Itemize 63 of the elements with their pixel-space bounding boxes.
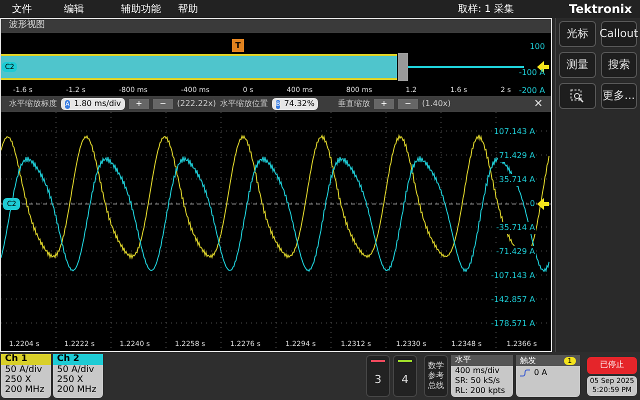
zoom-select-button[interactable] (559, 83, 596, 109)
menu-item[interactable]: 帮助 (178, 2, 223, 16)
trigger-level: 0 A (534, 368, 548, 378)
field-value: 74.32% (284, 98, 315, 110)
rising-edge-icon (520, 369, 530, 377)
axis-label: 71.429 A (498, 150, 536, 162)
run-stop-button[interactable]: 已停止 (587, 356, 637, 374)
menu-item[interactable]: 辅助功能 (121, 2, 166, 16)
trigger-level-arrow-icon (537, 198, 549, 210)
field-value: 1.80 ms/div (74, 98, 121, 110)
side-menu-button[interactable]: 更多... (600, 83, 637, 109)
math-ref-bus-button[interactable]: 数学 参考 总线 (424, 355, 448, 397)
channel-setting: 250 X (4, 375, 32, 385)
horizontal-setting: SR: 50 kS/s (454, 376, 501, 386)
channel-setting: 50 A/div (56, 365, 96, 375)
channel-name: Ch 1 (1, 354, 51, 365)
brand-logo: Tektronix (568, 1, 632, 18)
badge-title: 触发 (520, 356, 536, 366)
axis-label: 107.143 A (492, 126, 536, 138)
axis-label: -100 A (518, 67, 545, 79)
side-menu-button[interactable]: 搜索 (600, 52, 637, 78)
horizontal-badge[interactable]: 水平 400 ms/div SR: 50 kS/s RL: 200 kpts (451, 355, 513, 397)
side-menu-button[interactable]: 光标 (559, 21, 596, 47)
trigger-marker: T (232, 39, 244, 52)
horizontal-setting: 400 ms/div (454, 366, 501, 376)
axis-label: -71.429 A (495, 246, 536, 258)
channel-setting: 50 A/div (4, 365, 44, 375)
axis-label: 100 (530, 41, 545, 53)
panel-title: 波形视图 (9, 19, 45, 32)
channel-number: 4 (402, 372, 408, 388)
axis-label: 35.714 A (498, 174, 536, 186)
channel-badge[interactable]: Ch 1 50 A/div 250 X 200 MHz (1, 354, 51, 398)
add-channel-button[interactable]: 3 (366, 355, 390, 397)
side-menu-button[interactable]: Callout (600, 21, 637, 47)
plus-button[interactable]: + (374, 99, 394, 109)
horizontal-setting: RL: 200 kpts (454, 386, 506, 396)
close-button[interactable]: ✕ (534, 96, 543, 112)
badge-title: 水平 (451, 355, 513, 366)
channel-badge[interactable]: Ch 2 50 A/div 250 X 200 MHz (53, 354, 103, 398)
minus-button[interactable]: − (398, 99, 418, 109)
axis-label: -35.714 A (495, 222, 536, 234)
field-label: 水平缩放位置 (220, 98, 268, 110)
field-label: 水平缩放标度 (9, 98, 57, 110)
channel-setting: 200 MHz (56, 385, 98, 395)
menu-item[interactable]: 文件 (12, 2, 52, 16)
add-channel-button[interactable]: 4 (393, 355, 417, 397)
axis-label: -142.857 A (490, 294, 536, 306)
field-label: 垂直缩放 (338, 98, 370, 110)
zoom-factor: (222.22x) (177, 98, 216, 110)
side-menu-button[interactable]: 测量 (559, 52, 596, 78)
channel-name: Ch 2 (53, 354, 103, 365)
zoom-box-icon (570, 89, 584, 103)
axis-label: -200 A (518, 85, 545, 97)
channel-setting: 200 MHz (4, 385, 46, 395)
channel-number: 3 (374, 372, 382, 388)
plus-button[interactable]: + (129, 99, 149, 109)
axis-label: -178.571 A (490, 318, 536, 330)
trigger-level-arrow-icon (537, 61, 549, 73)
menu-item[interactable]: 编辑 (64, 2, 109, 16)
zoom-factor: (1.40x) (422, 98, 451, 110)
channel-setting: 250 X (56, 375, 84, 385)
minus-button[interactable]: − (153, 99, 173, 109)
acquisition-status: 取样: 1 采集 (458, 2, 514, 16)
